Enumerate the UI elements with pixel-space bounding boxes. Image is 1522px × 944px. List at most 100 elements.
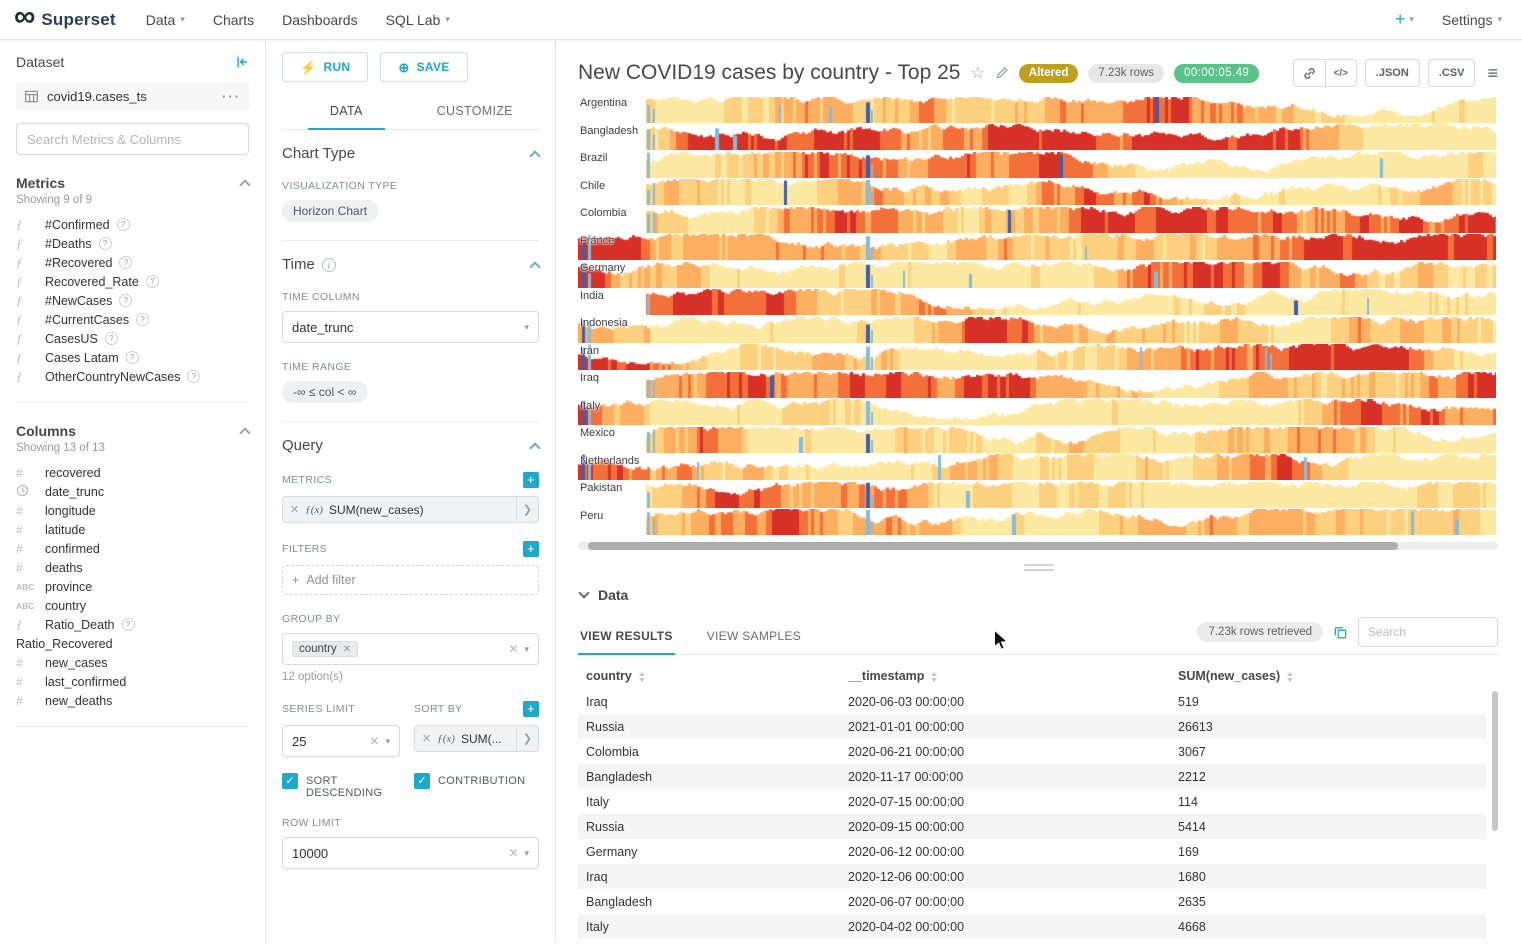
column-item[interactable]: #longitude <box>16 501 249 520</box>
horizon-row[interactable]: Colombia <box>578 206 1498 234</box>
horizon-row[interactable]: Peru <box>578 509 1498 537</box>
tab-view-samples[interactable]: VIEW SAMPLES <box>705 623 803 654</box>
column-item[interactable]: #latitude <box>16 520 249 539</box>
export-csv-button[interactable]: .CSV <box>1428 59 1476 87</box>
metric-item[interactable]: ƒCases Latam? <box>16 348 249 367</box>
sort-descending-checkbox[interactable]: ✓ SORT DESCENDING <box>282 773 400 799</box>
metric-item[interactable]: ƒRecovered_Rate? <box>16 272 249 291</box>
tab-customize[interactable]: CUSTOMIZE <box>411 94 540 129</box>
copy-data-icon[interactable] <box>1333 625 1348 640</box>
horizon-row[interactable]: Germany <box>578 261 1498 289</box>
horizon-row[interactable]: Bangladesh <box>578 124 1498 152</box>
column-item[interactable]: #last_confirmed <box>16 672 249 691</box>
column-item[interactable]: ABCcountry <box>16 596 249 615</box>
group-by-select[interactable]: country✕ ✕ ▾ <box>282 633 539 665</box>
chart-horizontal-scrollbar[interactable] <box>578 542 1498 550</box>
table-row[interactable]: Russia2021-01-01 00:00:0026613 <box>578 714 1486 739</box>
nav-sql-lab[interactable]: SQL Lab▾ <box>386 12 450 28</box>
add-metric-button[interactable]: + <box>523 472 539 488</box>
time-range-value[interactable]: -∞ ≤ col < ∞ <box>282 381 367 403</box>
time-header[interactable]: Time i <box>282 256 539 273</box>
altered-badge[interactable]: Altered <box>1019 64 1079 83</box>
chart-menu-icon[interactable]: ≡ <box>1487 64 1498 82</box>
add-filter-button[interactable]: + <box>523 541 539 557</box>
metric-item[interactable]: ƒ#NewCases? <box>16 291 249 310</box>
horizon-row[interactable]: Pakistan <box>578 481 1498 509</box>
horizon-row[interactable]: India <box>578 289 1498 317</box>
column-item[interactable]: #new_cases <box>16 653 249 672</box>
results-vertical-scrollbar[interactable] <box>1492 691 1498 831</box>
panel-resize-handle[interactable] <box>1024 564 1054 571</box>
chart-type-header[interactable]: Chart Type <box>282 145 539 162</box>
metrics-columns-search[interactable] <box>16 123 249 155</box>
horizon-row[interactable]: Indonesia <box>578 316 1498 344</box>
column-item[interactable]: #new_deaths <box>16 691 249 710</box>
viz-type-value[interactable]: Horizon Chart <box>282 200 378 222</box>
favorite-star-icon[interactable]: ☆ <box>970 63 984 83</box>
table-row[interactable]: Bangladesh2020-06-07 00:00:002635 <box>578 889 1486 914</box>
horizon-row[interactable]: Iran <box>578 344 1498 372</box>
horizon-row[interactable]: Iraq <box>578 371 1498 399</box>
metric-item[interactable]: ƒ#Deaths? <box>16 234 249 253</box>
metric-item[interactable]: ƒ#Recovered? <box>16 253 249 272</box>
table-row[interactable]: Colombia2020-06-21 00:00:003067 <box>578 739 1486 764</box>
horizon-row[interactable]: Brazil <box>578 151 1498 179</box>
table-row[interactable]: Italy2020-07-15 00:00:00114 <box>578 789 1486 814</box>
dataset-selector[interactable]: covid19.cases_ts ··· <box>16 82 249 111</box>
table-row[interactable]: Iraq2020-12-06 00:00:001680 <box>578 864 1486 889</box>
column-item[interactable]: date_trunc <box>16 482 249 501</box>
edit-pencil-icon[interactable] <box>995 66 1009 80</box>
chevron-right-icon[interactable]: ❯ <box>516 726 538 751</box>
chevron-right-icon[interactable]: ❯ <box>516 497 538 522</box>
tab-view-results[interactable]: VIEW RESULTS <box>578 623 675 654</box>
add-filter-box[interactable]: + Add filter <box>282 565 539 595</box>
metric-item[interactable]: ƒ#CurrentCases? <box>16 310 249 329</box>
collapse-panel-icon[interactable] <box>235 55 249 69</box>
settings-menu[interactable]: Settings▾ <box>1442 12 1502 28</box>
table-row[interactable]: Russia2020-09-15 00:00:005414 <box>578 814 1486 839</box>
clear-icon[interactable]: ✕ <box>508 642 518 656</box>
horizon-chart[interactable]: ArgentinaBangladeshBrazilChileColombiaFr… <box>578 96 1498 536</box>
table-row[interactable]: Iraq2020-06-03 00:00:00519 <box>578 689 1486 714</box>
copy-link-icon[interactable] <box>1294 60 1325 86</box>
query-header[interactable]: Query <box>282 437 539 454</box>
column-item[interactable]: Ratio_Recovered <box>16 634 249 653</box>
save-button[interactable]: ⊕SAVE <box>380 52 467 82</box>
dataset-more-options-icon[interactable]: ··· <box>222 89 241 104</box>
table-row[interactable]: Germany2020-06-12 00:00:00169 <box>578 839 1486 864</box>
remove-icon[interactable]: ✕ <box>290 503 299 516</box>
remove-icon[interactable]: ✕ <box>422 732 431 745</box>
export-json-button[interactable]: .JSON <box>1365 59 1420 87</box>
run-button[interactable]: ⚡RUN <box>282 52 368 82</box>
data-section-header[interactable]: Data <box>580 587 1498 603</box>
scrollbar-thumb[interactable] <box>588 542 1398 550</box>
new-item-button[interactable]: +▾ <box>1395 9 1414 30</box>
horizon-row[interactable]: Italy <box>578 399 1498 427</box>
time-column-select[interactable]: date_trunc ▾ <box>282 311 539 343</box>
row-limit-select[interactable]: 10000 ✕ ▾ <box>282 837 539 869</box>
results-column-header[interactable]: SUM(new_cases) <box>1170 663 1486 689</box>
column-item[interactable]: #recovered <box>16 463 249 482</box>
clear-icon[interactable]: ✕ <box>508 846 518 860</box>
metric-item[interactable]: ƒOtherCountryNewCases? <box>16 367 249 386</box>
group-by-tag[interactable]: country✕ <box>292 641 358 657</box>
results-column-header[interactable]: __timestamp <box>840 663 1170 689</box>
sort-by-chip[interactable]: ✕ ƒ(x) SUM(... ❯ <box>414 725 539 752</box>
table-row[interactable]: Bangladesh2020-11-17 00:00:002212 <box>578 764 1486 789</box>
nav-data[interactable]: Data▾ <box>146 12 185 28</box>
embed-code-icon[interactable]: </> <box>1325 60 1356 86</box>
column-item[interactable]: #confirmed <box>16 539 249 558</box>
metric-item[interactable]: ƒ#Confirmed? <box>16 215 249 234</box>
horizon-row[interactable]: Netherlands <box>578 454 1498 482</box>
contribution-checkbox[interactable]: ✓ CONTRIBUTION <box>414 773 539 799</box>
tab-data[interactable]: DATA <box>282 94 411 129</box>
nav-charts[interactable]: Charts <box>213 12 254 28</box>
horizon-row[interactable]: Argentina <box>578 96 1498 124</box>
column-item[interactable]: #deaths <box>16 558 249 577</box>
horizon-row[interactable]: Mexico <box>578 426 1498 454</box>
remove-icon[interactable]: ✕ <box>343 644 351 655</box>
column-item[interactable]: ABCprovince <box>16 577 249 596</box>
metrics-section-header[interactable]: Metrics <box>16 175 249 191</box>
nav-dashboards[interactable]: Dashboards <box>282 12 358 28</box>
superset-logo[interactable]: ∞ Superset <box>14 7 116 32</box>
